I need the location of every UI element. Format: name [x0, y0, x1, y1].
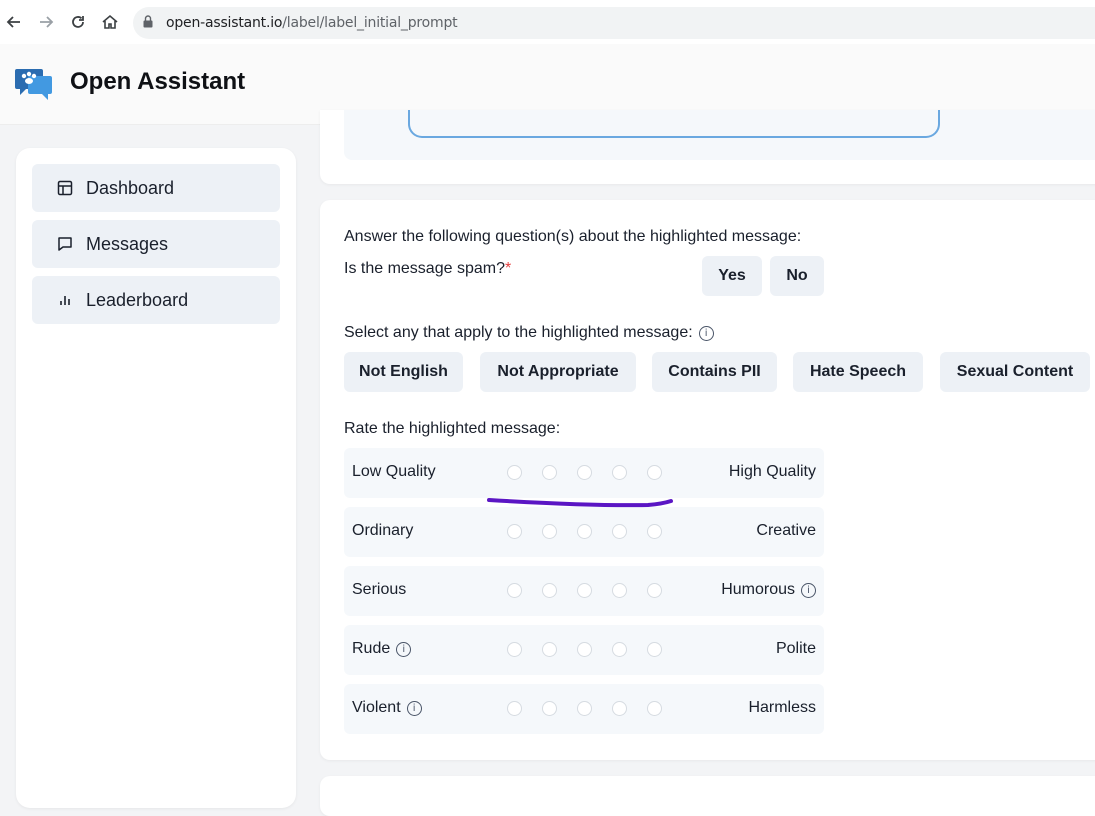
- rating-radio[interactable]: [647, 583, 662, 598]
- message-card: [320, 110, 1095, 184]
- rating-radio[interactable]: [577, 642, 592, 657]
- rating-radio[interactable]: [542, 642, 557, 657]
- sidebar-item-messages[interactable]: Messages: [32, 220, 280, 268]
- bar-chart-icon: [56, 291, 74, 309]
- message-panel: [344, 110, 1095, 160]
- logo-icon[interactable]: [14, 66, 54, 102]
- rating-radio[interactable]: [612, 465, 627, 480]
- rating-radio[interactable]: [542, 524, 557, 539]
- back-arrow-icon[interactable]: [2, 10, 26, 34]
- sidebar: Dashboard Messages Leaderboard: [16, 148, 296, 808]
- rating-row-politeness: Rude i Polite: [344, 625, 824, 675]
- rating-high-text: Humorous: [721, 581, 795, 598]
- home-icon[interactable]: [98, 10, 122, 34]
- rating-row-violence: Violent i Harmless: [344, 684, 824, 734]
- rating-high-label: Humorous i: [721, 581, 816, 599]
- no-button[interactable]: No: [770, 256, 824, 296]
- info-icon[interactable]: i: [406, 701, 422, 716]
- rating-radio[interactable]: [542, 701, 557, 716]
- flag-hate-speech-button[interactable]: Hate Speech: [793, 352, 923, 392]
- yes-button[interactable]: Yes: [702, 256, 762, 296]
- info-icon[interactable]: i: [698, 326, 714, 341]
- rating-low-label: Ordinary: [352, 522, 414, 539]
- sidebar-item-label: Leaderboard: [86, 289, 189, 310]
- layout-icon: [56, 179, 74, 197]
- rating-low-text: Rude: [352, 640, 391, 657]
- flag-sexual-content-button[interactable]: Sexual Content: [940, 352, 1090, 392]
- lock-icon: [143, 15, 153, 28]
- address-bar[interactable]: open-assistant.io/label/label_initial_pr…: [133, 7, 1095, 39]
- rating-radio[interactable]: [577, 465, 592, 480]
- required-mark: *: [504, 260, 512, 277]
- rating-radio[interactable]: [507, 642, 522, 657]
- info-icon[interactable]: i: [396, 642, 412, 657]
- rating-low-label: Serious: [352, 581, 407, 598]
- rating-radio[interactable]: [542, 465, 557, 480]
- select-prompt-text: Select any that apply to the highlighted…: [344, 324, 693, 341]
- message-icon: [56, 235, 74, 253]
- intro-text: Answer the following question(s) about t…: [344, 228, 802, 245]
- rating-radio[interactable]: [507, 465, 522, 480]
- sidebar-item-label: Dashboard: [86, 177, 175, 198]
- forward-arrow-icon[interactable]: [34, 10, 58, 34]
- rating-radio[interactable]: [577, 701, 592, 716]
- rating-radio[interactable]: [612, 583, 627, 598]
- spam-question-text: Is the message spam?: [344, 260, 505, 277]
- rating-radio[interactable]: [647, 524, 662, 539]
- app-title[interactable]: Open Assistant: [70, 68, 245, 96]
- select-prompt: Select any that apply to the highlighted…: [344, 324, 714, 342]
- rating-radio[interactable]: [647, 701, 662, 716]
- rating-low-label: Rude i: [352, 640, 412, 658]
- flag-not-appropriate-button[interactable]: Not Appropriate: [480, 352, 636, 392]
- rating-radio[interactable]: [647, 642, 662, 657]
- message-input-edge: [408, 110, 940, 138]
- rating-high-label: High Quality: [728, 463, 816, 480]
- sidebar-item-label: Messages: [86, 233, 169, 254]
- rating-low-text: Violent: [352, 699, 401, 716]
- rating-high-label: Polite: [775, 640, 816, 657]
- sidebar-item-leaderboard[interactable]: Leaderboard: [32, 276, 280, 324]
- reload-icon[interactable]: [66, 10, 90, 34]
- rating-radio[interactable]: [542, 583, 557, 598]
- rating-radio[interactable]: [507, 524, 522, 539]
- rating-row-humor: Serious Humorous i: [344, 566, 824, 616]
- flag-not-english-button[interactable]: Not English: [344, 352, 463, 392]
- browser-toolbar: open-assistant.io/label/label_initial_pr…: [0, 0, 1095, 45]
- rating-radio[interactable]: [612, 701, 627, 716]
- rate-prompt: Rate the highlighted message:: [344, 420, 561, 437]
- rating-radio[interactable]: [507, 583, 522, 598]
- rating-low-label: Violent i: [352, 699, 422, 717]
- rating-radio[interactable]: [647, 465, 662, 480]
- labeling-card: Answer the following question(s) about t…: [320, 200, 1095, 760]
- sidebar-item-dashboard[interactable]: Dashboard: [32, 164, 280, 212]
- info-icon[interactable]: i: [801, 583, 816, 598]
- rating-row-quality: Low Quality High Quality: [344, 448, 824, 498]
- spam-question: Is the message spam?*: [344, 260, 511, 278]
- flag-contains-pii-button[interactable]: Contains PII: [652, 352, 777, 392]
- url-text: open-assistant.io/label/label_initial_pr…: [166, 15, 458, 31]
- url-path: /label/label_initial_prompt: [282, 15, 458, 31]
- rating-radio[interactable]: [507, 701, 522, 716]
- rating-radio[interactable]: [577, 524, 592, 539]
- rating-low-label: Low Quality: [352, 463, 436, 480]
- rating-high-label: Harmless: [748, 699, 816, 716]
- rating-radio[interactable]: [612, 524, 627, 539]
- rating-radio[interactable]: [577, 583, 592, 598]
- rating-radio[interactable]: [612, 642, 627, 657]
- rating-row-creativity: Ordinary Creative: [344, 507, 824, 557]
- rating-high-label: Creative: [756, 522, 816, 539]
- next-card: [320, 776, 1095, 816]
- url-host: open-assistant.io: [166, 15, 283, 31]
